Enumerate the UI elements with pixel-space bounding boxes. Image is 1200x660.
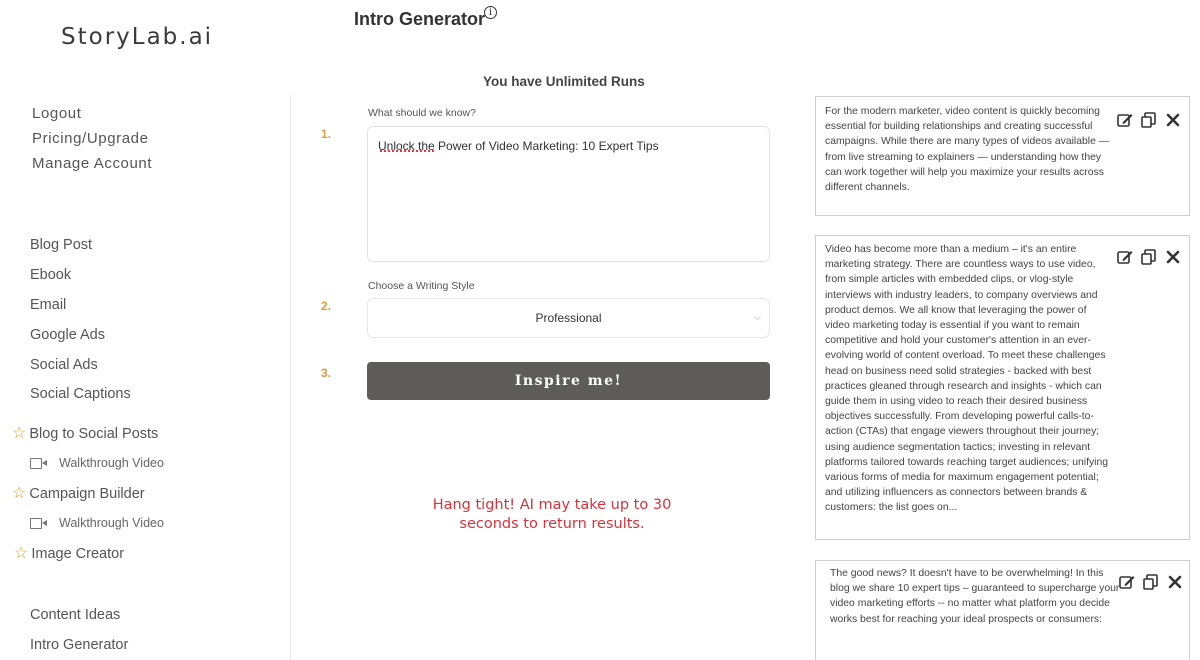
sidebar-item-email[interactable]: Email	[30, 297, 66, 313]
walkthrough-video-link[interactable]: Walkthrough Video	[30, 516, 164, 530]
runs-banner: You have Unlimited Runs	[483, 74, 645, 89]
close-icon[interactable]	[1164, 111, 1182, 129]
sidebar-item-blog-post[interactable]: Blog Post	[30, 237, 92, 253]
card-actions	[1116, 111, 1182, 129]
copy-icon[interactable]	[1140, 111, 1158, 129]
sidebar-item-campaign-builder[interactable]: ☆ Campaign Builder	[12, 485, 145, 503]
sidebar-item-intro-generator[interactable]: Intro Generator	[30, 637, 128, 653]
step-number: 3.	[321, 366, 332, 380]
idea-field-label: What should we know?	[368, 107, 476, 119]
close-icon[interactable]	[1166, 573, 1184, 591]
writing-style-label: Choose a Writing Style	[368, 280, 475, 292]
sidebar-item-ebook[interactable]: Ebook	[30, 267, 71, 283]
writing-style-value: Professional	[535, 311, 602, 325]
sidebar-item-image-creator[interactable]: ☆ Image Creator	[14, 545, 125, 563]
result-text: For the modern marketer, video content i…	[825, 106, 1110, 194]
idea-input[interactable]	[367, 126, 770, 262]
sidebar-item-blog-to-social-posts[interactable]: ☆ Blog to Social Posts	[12, 425, 159, 443]
manage-account-link[interactable]: Manage Account	[32, 151, 152, 176]
star-icon: ☆	[12, 425, 27, 442]
sidebar-item-label: Blog to Social Posts	[29, 426, 159, 442]
edit-icon[interactable]	[1118, 573, 1136, 591]
edit-icon[interactable]	[1116, 248, 1134, 266]
card-actions	[1116, 248, 1182, 266]
step-number: 2.	[321, 299, 332, 313]
sidebar-divider	[290, 95, 291, 660]
video-camera-icon	[30, 517, 47, 529]
step-number: 1.	[321, 127, 332, 141]
writing-style-select[interactable]: Professional ⌵	[367, 298, 770, 338]
sidebar-item-content-ideas[interactable]: Content Ideas	[30, 607, 120, 623]
star-icon: ☆	[14, 545, 29, 562]
star-icon: ☆	[12, 485, 27, 502]
edit-icon[interactable]	[1116, 111, 1134, 129]
walkthrough-video-link[interactable]: Walkthrough Video	[30, 456, 164, 470]
result-text: Video has become more than a medium – it…	[825, 244, 1109, 514]
walkthrough-video-label: Walkthrough Video	[59, 516, 164, 530]
logout-link[interactable]: Logout	[32, 101, 152, 126]
sidebar-item-social-ads[interactable]: Social Ads	[30, 357, 98, 373]
result-card: Video has become more than a medium – it…	[815, 235, 1190, 540]
info-icon[interactable]: i	[484, 6, 497, 19]
spellcheck-underline	[379, 150, 436, 153]
card-actions	[1118, 573, 1184, 591]
result-card: The good news? It doesn't have to be ove…	[815, 560, 1190, 660]
wait-message: Hang tight! AI may take up to 30 seconds…	[432, 497, 672, 532]
walkthrough-video-label: Walkthrough Video	[59, 456, 164, 470]
result-text: The good news? It doesn't have to be ove…	[830, 568, 1120, 625]
account-menu: Logout Pricing/Upgrade Manage Account	[32, 101, 152, 176]
close-icon[interactable]	[1164, 248, 1182, 266]
result-card: For the modern marketer, video content i…	[815, 96, 1190, 216]
app-logo[interactable]: StoryLab.ai	[61, 24, 213, 50]
pricing-upgrade-link[interactable]: Pricing/Upgrade	[32, 126, 152, 151]
inspire-button[interactable]: Inspire me!	[367, 362, 770, 400]
video-camera-icon	[30, 457, 47, 469]
copy-icon[interactable]	[1142, 573, 1160, 591]
page-title: Intro Generator	[354, 9, 486, 29]
sidebar-item-label: Campaign Builder	[29, 486, 145, 502]
sidebar-item-google-ads[interactable]: Google Ads	[30, 327, 105, 343]
copy-icon[interactable]	[1140, 248, 1158, 266]
sidebar-item-social-captions[interactable]: Social Captions	[30, 386, 131, 402]
chevron-down-icon: ⌵	[754, 312, 761, 322]
sidebar-item-label: Image Creator	[31, 546, 125, 562]
